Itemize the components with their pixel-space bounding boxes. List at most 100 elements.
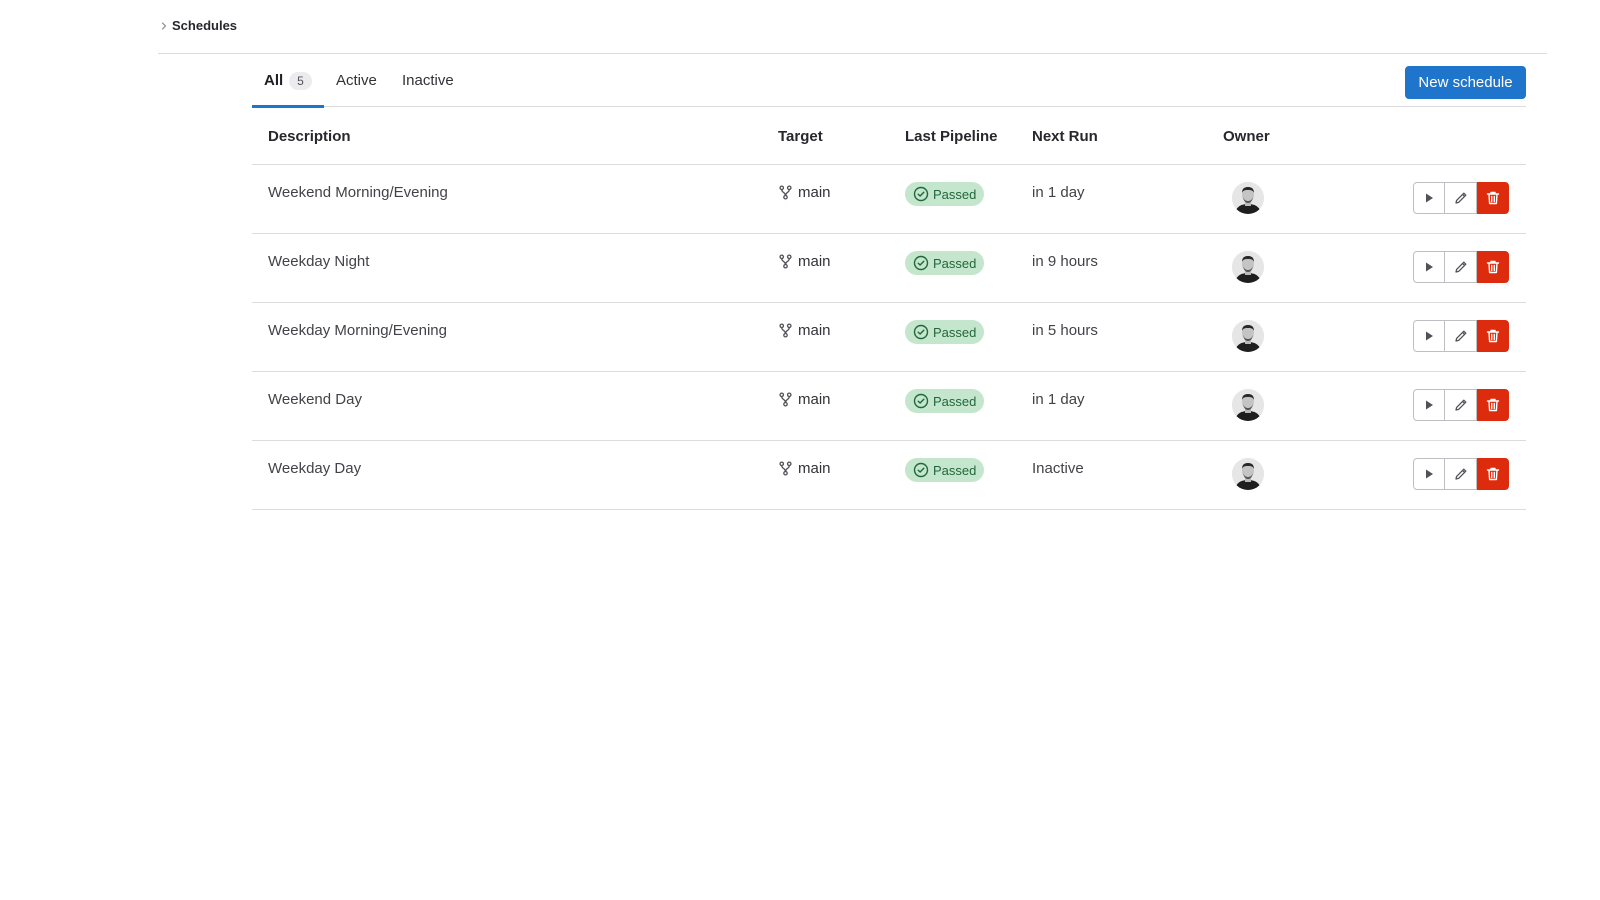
owner-avatar-image — [1232, 320, 1264, 352]
pencil-icon — [1454, 192, 1466, 204]
schedule-description: Weekday Night — [268, 252, 370, 270]
run-schedule-button[interactable] — [1413, 320, 1445, 352]
status-badge[interactable]: Passed — [905, 182, 984, 206]
target-branch: main — [798, 183, 831, 201]
column-header-owner: Owner — [1223, 127, 1270, 145]
schedule-description: Weekend Day — [268, 390, 362, 408]
check-circle-icon — [913, 255, 929, 271]
status-label: Passed — [933, 462, 977, 478]
target-branch: main — [798, 321, 831, 339]
table-row: Weekday Night main Passed in 9 hours — [252, 234, 1526, 303]
pencil-icon — [1454, 399, 1466, 411]
edit-schedule-button[interactable] — [1445, 389, 1477, 421]
table-row: Weekday Morning/Evening main Passed in 5… — [252, 303, 1526, 372]
next-run: in 5 hours — [1032, 321, 1098, 339]
pencil-icon — [1454, 261, 1466, 273]
schedule-description: Weekend Morning/Evening — [268, 183, 448, 201]
column-header-next-run: Next Run — [1032, 127, 1098, 145]
play-icon — [1426, 262, 1433, 272]
play-icon — [1426, 400, 1433, 410]
target-branch: main — [798, 390, 831, 408]
status-badge[interactable]: Passed — [905, 458, 984, 482]
trash-icon — [1486, 467, 1500, 481]
schedule-description: Weekday Morning/Evening — [268, 321, 447, 339]
pencil-icon — [1454, 330, 1466, 342]
table-header: Description Target Last Pipeline Next Ru… — [252, 107, 1526, 165]
chevron-right-icon — [161, 21, 167, 30]
run-schedule-button[interactable] — [1413, 251, 1445, 283]
table-body: Weekend Morning/Evening main Passed in 1… — [252, 165, 1526, 510]
target-cell[interactable]: main — [778, 182, 831, 202]
table-row: Weekday Day main Passed Inactive — [252, 441, 1526, 510]
run-schedule-button[interactable] — [1413, 182, 1445, 214]
target-cell[interactable]: main — [778, 389, 831, 409]
column-header-description: Description — [268, 127, 351, 145]
run-schedule-button[interactable] — [1413, 458, 1445, 490]
tab-all-count: 5 — [289, 71, 312, 90]
target-branch: main — [798, 459, 831, 477]
column-header-target: Target — [778, 127, 823, 145]
play-icon — [1426, 193, 1433, 203]
schedules-panel: All 5 Active Inactive New schedule Descr… — [252, 54, 1526, 510]
next-run: in 9 hours — [1032, 252, 1098, 270]
schedule-description: Weekday Day — [268, 459, 362, 477]
target-cell[interactable]: main — [778, 458, 831, 478]
tab-inactive-label: Inactive — [402, 72, 454, 89]
status-badge[interactable]: Passed — [905, 320, 984, 344]
owner-avatar-image — [1232, 458, 1264, 490]
edit-schedule-button[interactable] — [1445, 251, 1477, 283]
tab-active[interactable]: Active — [336, 54, 377, 107]
avatar[interactable] — [1232, 320, 1264, 352]
edit-schedule-button[interactable] — [1445, 320, 1477, 352]
next-run: in 1 day — [1032, 183, 1085, 201]
row-actions — [1413, 389, 1509, 421]
tab-active-label: Active — [336, 72, 377, 89]
column-header-last-pipeline: Last Pipeline — [905, 127, 998, 145]
table-row: Weekend Day main Passed in 1 day — [252, 372, 1526, 441]
new-schedule-button[interactable]: New schedule — [1405, 66, 1526, 99]
check-circle-icon — [913, 393, 929, 409]
trash-icon — [1486, 191, 1500, 205]
delete-schedule-button[interactable] — [1477, 251, 1509, 283]
pencil-icon — [1454, 468, 1466, 480]
target-cell[interactable]: main — [778, 251, 831, 271]
play-icon — [1426, 331, 1433, 341]
owner-avatar-image — [1232, 182, 1264, 214]
breadcrumb-current[interactable]: Schedules — [172, 18, 237, 33]
row-actions — [1413, 182, 1509, 214]
branch-icon — [779, 391, 792, 407]
status-label: Passed — [933, 393, 977, 409]
status-badge[interactable]: Passed — [905, 389, 984, 413]
delete-schedule-button[interactable] — [1477, 182, 1509, 214]
owner-avatar-image — [1232, 389, 1264, 421]
delete-schedule-button[interactable] — [1477, 389, 1509, 421]
status-label: Passed — [933, 324, 977, 340]
trash-icon — [1486, 260, 1500, 274]
tab-all-label: All — [264, 72, 284, 89]
tab-inactive[interactable]: Inactive — [402, 54, 454, 107]
edit-schedule-button[interactable] — [1445, 458, 1477, 490]
tabs-bar: All 5 Active Inactive New schedule — [252, 54, 1526, 108]
check-circle-icon — [913, 186, 929, 202]
check-circle-icon — [913, 324, 929, 340]
avatar[interactable] — [1232, 389, 1264, 421]
edit-schedule-button[interactable] — [1445, 182, 1477, 214]
avatar[interactable] — [1232, 251, 1264, 283]
branch-icon — [779, 322, 792, 338]
avatar[interactable] — [1232, 458, 1264, 490]
row-actions — [1413, 251, 1509, 283]
status-badge[interactable]: Passed — [905, 251, 984, 275]
delete-schedule-button[interactable] — [1477, 320, 1509, 352]
delete-schedule-button[interactable] — [1477, 458, 1509, 490]
breadcrumb: Schedules — [158, 0, 1547, 54]
next-run: Inactive — [1032, 459, 1084, 477]
avatar[interactable] — [1232, 182, 1264, 214]
branch-icon — [779, 253, 792, 269]
trash-icon — [1486, 398, 1500, 412]
tab-all[interactable]: All 5 — [252, 54, 324, 108]
owner-avatar-image — [1232, 251, 1264, 283]
next-run: in 1 day — [1032, 390, 1085, 408]
run-schedule-button[interactable] — [1413, 389, 1445, 421]
status-label: Passed — [933, 255, 977, 271]
target-cell[interactable]: main — [778, 320, 831, 340]
